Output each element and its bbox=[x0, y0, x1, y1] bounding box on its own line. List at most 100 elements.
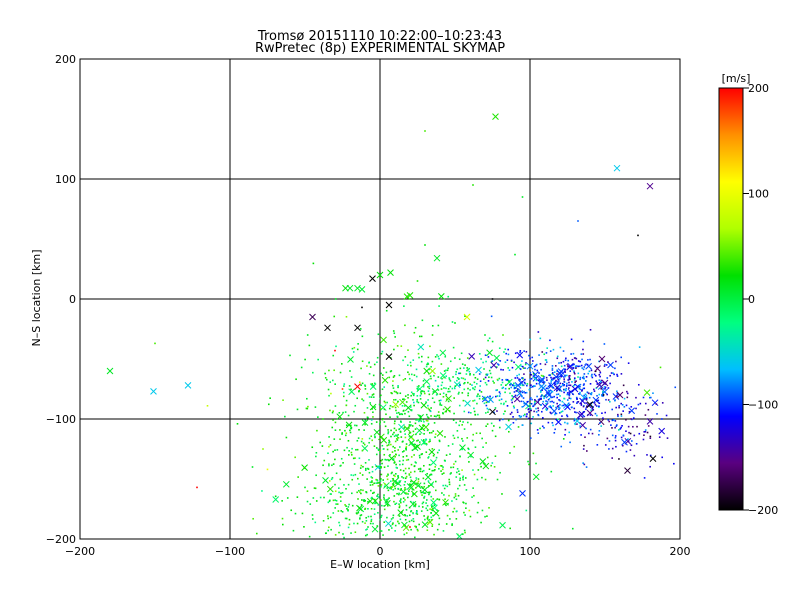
data-point bbox=[398, 505, 401, 507]
data-point bbox=[556, 373, 558, 375]
data-point bbox=[504, 410, 506, 413]
data-point bbox=[609, 382, 611, 385]
data-point bbox=[394, 473, 397, 475]
data-point bbox=[405, 504, 408, 507]
data-point bbox=[633, 434, 636, 437]
data-point bbox=[500, 368, 502, 371]
data-point bbox=[397, 411, 400, 414]
data-point-x bbox=[184, 382, 192, 389]
data-point bbox=[366, 365, 368, 367]
data-point bbox=[514, 352, 517, 355]
data-point bbox=[562, 383, 564, 386]
data-point bbox=[519, 351, 521, 354]
data-point bbox=[476, 478, 479, 481]
data-point bbox=[395, 429, 398, 432]
data-point bbox=[459, 477, 462, 480]
data-point bbox=[344, 434, 347, 437]
data-point bbox=[358, 381, 361, 384]
data-point bbox=[527, 417, 530, 420]
data-point bbox=[300, 366, 303, 369]
data-point bbox=[399, 392, 402, 395]
data-point bbox=[585, 408, 587, 411]
data-point bbox=[372, 396, 375, 398]
data-point bbox=[589, 358, 591, 361]
data-point bbox=[412, 493, 414, 495]
data-point bbox=[369, 366, 372, 368]
data-point bbox=[444, 460, 446, 462]
data-point bbox=[647, 425, 650, 427]
colorbar-label: [m/s] bbox=[722, 72, 751, 85]
data-point bbox=[379, 449, 382, 452]
data-point bbox=[417, 482, 419, 485]
data-point bbox=[477, 501, 480, 504]
data-point bbox=[502, 418, 504, 421]
data-point bbox=[462, 399, 465, 402]
data-point bbox=[469, 515, 472, 518]
data-point bbox=[529, 378, 531, 381]
data-point bbox=[391, 458, 394, 461]
data-point bbox=[434, 469, 436, 471]
data-point bbox=[479, 432, 481, 435]
data-point bbox=[367, 501, 369, 503]
data-point bbox=[404, 472, 407, 475]
data-point bbox=[294, 512, 297, 515]
data-point bbox=[457, 494, 460, 497]
data-point bbox=[568, 431, 571, 434]
data-point bbox=[638, 346, 641, 348]
data-point bbox=[281, 500, 283, 502]
data-point bbox=[506, 405, 509, 407]
data-point bbox=[338, 412, 341, 414]
data-point bbox=[388, 554, 390, 556]
data-point bbox=[387, 429, 389, 431]
data-point bbox=[420, 335, 423, 338]
data-point bbox=[405, 532, 408, 534]
data-point bbox=[358, 483, 360, 485]
data-point bbox=[520, 365, 523, 368]
data-point bbox=[303, 467, 306, 469]
data-point bbox=[532, 452, 535, 455]
data-point bbox=[429, 440, 431, 443]
data-point bbox=[552, 386, 555, 389]
data-point bbox=[399, 420, 402, 423]
data-point bbox=[410, 456, 413, 458]
data-point bbox=[370, 520, 373, 523]
data-point-x bbox=[309, 313, 316, 321]
data-point bbox=[441, 492, 443, 494]
data-point bbox=[585, 398, 588, 401]
data-point bbox=[465, 373, 468, 375]
data-point bbox=[582, 415, 585, 417]
data-point bbox=[451, 443, 454, 445]
data-point bbox=[575, 357, 578, 360]
data-point bbox=[315, 455, 317, 458]
data-point bbox=[444, 436, 446, 438]
data-point bbox=[476, 402, 478, 405]
data-point bbox=[415, 433, 417, 436]
data-point bbox=[558, 408, 560, 411]
data-point-x bbox=[646, 182, 654, 190]
data-point bbox=[521, 424, 524, 426]
data-point bbox=[387, 465, 389, 467]
data-point bbox=[564, 359, 567, 361]
data-point bbox=[459, 455, 461, 458]
data-point bbox=[438, 399, 441, 402]
colorbar-tick-label: 200 bbox=[748, 82, 769, 95]
data-point bbox=[484, 398, 486, 400]
data-point bbox=[392, 516, 394, 519]
data-point bbox=[580, 353, 583, 355]
data-point-x bbox=[322, 476, 329, 484]
data-point bbox=[334, 534, 337, 536]
data-point bbox=[472, 400, 474, 402]
data-point bbox=[371, 483, 374, 486]
data-point bbox=[587, 432, 590, 435]
data-point bbox=[545, 352, 548, 354]
data-point bbox=[437, 355, 440, 358]
data-point bbox=[566, 382, 568, 385]
data-point bbox=[451, 321, 454, 323]
data-point bbox=[467, 394, 469, 397]
data-point bbox=[484, 381, 487, 384]
data-point bbox=[503, 351, 505, 353]
data-point bbox=[341, 511, 344, 513]
data-point bbox=[422, 491, 425, 494]
data-point bbox=[327, 388, 330, 391]
data-point bbox=[477, 393, 479, 396]
